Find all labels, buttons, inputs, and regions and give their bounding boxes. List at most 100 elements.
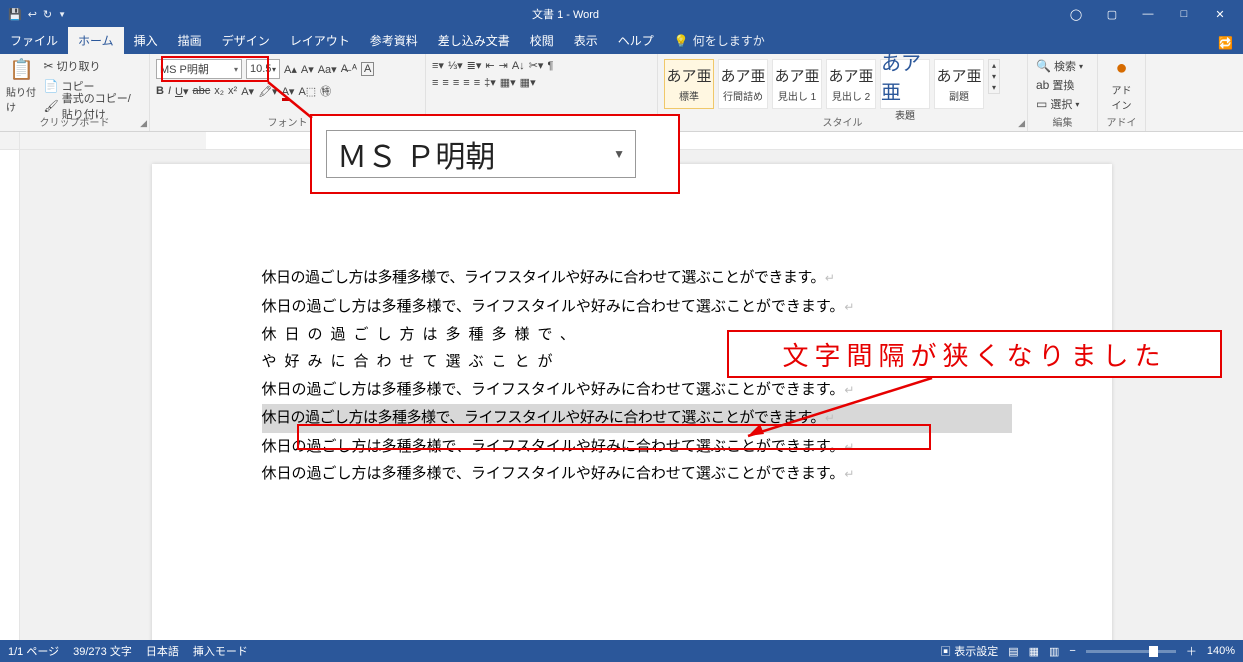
status-words[interactable]: 39/273 文字 [73, 643, 132, 659]
status-page[interactable]: 1/1 ページ [8, 643, 59, 659]
multilevel-icon[interactable]: ≣▾ [467, 59, 482, 72]
zoom-level[interactable]: 140% [1207, 645, 1235, 657]
select-button[interactable]: ▭選択▾ [1034, 95, 1081, 113]
clipboard-dialog-icon[interactable]: ◢ [140, 118, 147, 129]
strike-button[interactable]: abc [193, 85, 211, 97]
bold-button[interactable]: B [156, 85, 164, 97]
doc-line[interactable]: 休日の過ごし方は多種多様で、ライフスタイルや好みに合わせて選ぶことができます。↵ [262, 433, 1012, 461]
zoom-slider[interactable] [1086, 650, 1176, 653]
doc-line[interactable]: 休日の過ごし方は多種多様で、ライフスタイルや好みに合わせて選ぶことができます。↵ [262, 460, 1012, 488]
tab-design[interactable]: デザイン [212, 27, 280, 54]
zoom-in-icon[interactable]: ＋ [1186, 643, 1197, 659]
doc-line[interactable]: 休日の過ごし方は多種多様で、ライフスタイルや好みに合わせて選ぶことができます。↵ [262, 264, 1012, 293]
tab-layout[interactable]: レイアウト [280, 27, 360, 54]
line-spacing-icon[interactable]: ‡▾ [484, 76, 496, 89]
align-left-icon[interactable]: ≡ [432, 77, 438, 89]
indent-inc-icon[interactable]: ⇥ [499, 59, 508, 72]
justify-icon[interactable]: ≡ [463, 77, 469, 89]
style-subtitle[interactable]: あア亜副題 [934, 59, 984, 109]
superscript-button[interactable]: x² [228, 85, 237, 97]
char-shading-icon[interactable]: A⬚ [298, 85, 316, 98]
tab-mailings[interactable]: 差し込み文書 [428, 27, 520, 54]
borders-icon[interactable]: ▦▾ [520, 76, 536, 89]
indent-dec-icon[interactable]: ⇤ [485, 59, 494, 72]
display-options-icon[interactable]: ▢ [1101, 8, 1123, 21]
page[interactable]: 休日の過ごし方は多種多様で、ライフスタイルや好みに合わせて選ぶことができます。↵… [152, 164, 1112, 640]
numbering-icon[interactable]: ⅓▾ [448, 59, 463, 72]
doc-line[interactable]: や好みに合わせて選ぶことが [262, 348, 1012, 376]
tab-references[interactable]: 参考資料 [360, 27, 428, 54]
zoom-out-icon[interactable]: − [1069, 645, 1075, 657]
pilcrow-icon[interactable]: ¶ [547, 60, 553, 72]
show-marks-icon[interactable]: ✂▾ [529, 59, 544, 72]
font-size-combo[interactable]: 10.5▾ [246, 59, 280, 79]
maximize-icon[interactable]: □ [1173, 8, 1195, 20]
sort-icon[interactable]: A↓ [512, 60, 525, 72]
tab-home[interactable]: ホーム [68, 27, 124, 54]
style-scroll-down-icon[interactable]: ▾ [989, 71, 999, 82]
styles-dialog-icon[interactable]: ◢ [1018, 118, 1025, 129]
horizontal-ruler[interactable] [0, 132, 1243, 150]
style-normal[interactable]: あア亜標準 [664, 59, 714, 109]
doc-line-selected[interactable]: 休日の過ごし方は多種多様で、ライフスタイルや好みに合わせて選ぶことができます。↵ [262, 404, 1012, 433]
paragraph-dialog-icon[interactable]: ◢ [648, 118, 655, 129]
style-heading1[interactable]: あア亜見出し 1 [772, 59, 822, 109]
font-name-combo[interactable]: MS P明朝▾ [156, 59, 242, 79]
italic-button[interactable]: I [168, 85, 171, 97]
style-more-icon[interactable]: ▾ [989, 82, 999, 93]
account-icon[interactable]: ◯ [1065, 8, 1087, 21]
enclose-char-icon[interactable]: ㊕ [320, 83, 331, 99]
tab-help[interactable]: ヘルプ [608, 27, 664, 54]
font-dialog-icon[interactable]: ◢ [416, 118, 423, 129]
view-web-icon[interactable]: ▥ [1049, 645, 1059, 658]
display-settings[interactable]: ▣ 表示設定 [940, 643, 998, 659]
highlight-icon[interactable]: 🖍▾ [258, 85, 278, 98]
doc-line[interactable]: 休日の過ごし方は多種多様で、 [262, 321, 1012, 349]
undo-icon[interactable]: ↩ [28, 8, 37, 21]
save-icon[interactable]: 💾 [8, 8, 22, 21]
style-title[interactable]: あア亜表題 [880, 59, 930, 109]
increase-font-icon[interactable]: A▴ [284, 63, 297, 76]
tell-me[interactable]: 💡何をしますか [664, 27, 775, 54]
view-read-icon[interactable]: ▦ [1029, 645, 1039, 658]
style-heading2[interactable]: あア亜見出し 2 [826, 59, 876, 109]
subscript-button[interactable]: x₂ [214, 85, 224, 97]
status-language[interactable]: 日本語 [146, 643, 179, 659]
doc-line[interactable]: 休日の過ごし方は多種多様で、ライフスタイルや好みに合わせて選ぶことができます。↵ [262, 293, 1012, 321]
align-center-icon[interactable]: ≡ [442, 77, 448, 89]
status-mode[interactable]: 挿入モード [193, 643, 248, 659]
underline-button[interactable]: U▾ [175, 85, 188, 98]
minimize-icon[interactable]: — [1137, 8, 1159, 20]
tab-draw[interactable]: 描画 [168, 27, 212, 54]
char-border-icon[interactable]: A [361, 62, 374, 76]
align-right-icon[interactable]: ≡ [453, 77, 459, 89]
style-no-spacing[interactable]: あア亜行間詰め [718, 59, 768, 109]
shading-icon[interactable]: ▦▾ [500, 76, 516, 89]
format-painter-button[interactable]: 🖌書式のコピー/貼り付け [42, 97, 144, 115]
change-case-icon[interactable]: Aa▾ [318, 63, 337, 76]
decrease-font-icon[interactable]: A▾ [301, 63, 314, 76]
find-button[interactable]: 🔍検索▾ [1034, 57, 1085, 75]
paste-button[interactable]: 📋 貼り付け [6, 57, 38, 114]
text-effects-icon[interactable]: A▾ [241, 85, 254, 98]
font-color-icon[interactable]: A▾ [282, 85, 295, 98]
redo-icon[interactable]: ↻ [43, 8, 52, 21]
tab-review[interactable]: 校閲 [520, 27, 564, 54]
qat-customize-icon[interactable]: ▼ [58, 10, 66, 19]
view-print-icon[interactable]: ▤ [1008, 645, 1018, 658]
share-button[interactable]: 🔁 [1208, 32, 1243, 54]
tab-view[interactable]: 表示 [564, 27, 608, 54]
tab-insert[interactable]: 挿入 [124, 27, 168, 54]
cut-button[interactable]: ✂切り取り [42, 57, 144, 75]
style-scroll-up-icon[interactable]: ▴ [989, 60, 999, 71]
clear-format-icon[interactable]: A̶ [341, 63, 348, 75]
vertical-ruler[interactable] [0, 150, 20, 640]
phonetic-guide-icon[interactable]: ᴬ [352, 63, 357, 75]
replace-button[interactable]: ab置換 [1034, 76, 1076, 94]
tab-file[interactable]: ファイル [0, 27, 68, 54]
distributed-icon[interactable]: ≡ [474, 77, 480, 89]
close-icon[interactable]: ✕ [1209, 8, 1231, 21]
bullets-icon[interactable]: ≡▾ [432, 59, 444, 72]
doc-line[interactable]: 休日の過ごし方は多種多様で、ライフスタイルや好みに合わせて選ぶことができます。↵ [262, 376, 1012, 404]
addin-button[interactable]: ●アド イン [1104, 57, 1139, 112]
